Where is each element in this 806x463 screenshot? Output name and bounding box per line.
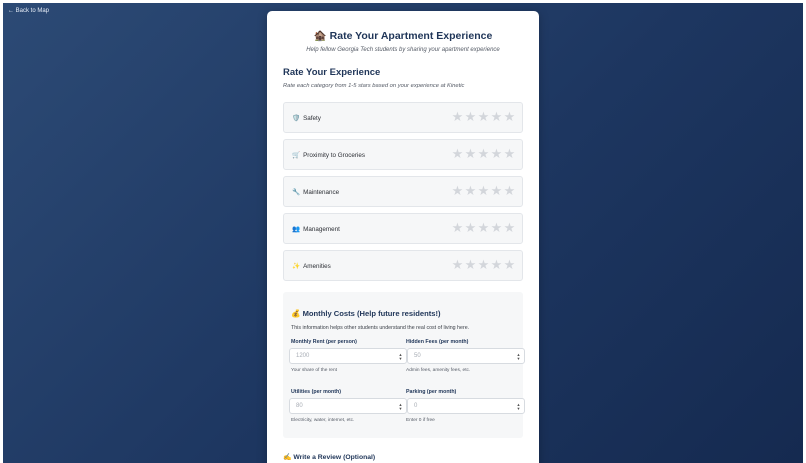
- hidden-fees-help: Admin fees, amenity fees, etc.: [406, 368, 471, 373]
- star-icon[interactable]: ★: [490, 258, 503, 272]
- utilities-placeholder: 80: [296, 403, 303, 409]
- rating-label-safety: Safety: [303, 115, 321, 122]
- star-icon[interactable]: ★: [464, 258, 477, 272]
- parking-spinner-icon[interactable]: ▲ ▼: [516, 401, 521, 412]
- parking-placeholder: 0: [414, 403, 418, 409]
- rent-help: Your share of the rent: [291, 368, 337, 373]
- cart-icon: 🛒: [292, 152, 301, 159]
- star-icon[interactable]: ★: [503, 221, 516, 235]
- utilities-input[interactable]: 80 ▲ ▼: [289, 398, 407, 414]
- rating-row-groceries: 🛒 Proximity to Groceries ★ ★ ★ ★ ★: [283, 139, 523, 170]
- page-subtitle: Help fellow Georgia Tech students by sha…: [306, 47, 500, 53]
- star-icon[interactable]: ★: [490, 110, 503, 124]
- rating-label-management: Management: [303, 226, 340, 233]
- page-title: 🏚️ Rate Your Apartment Experience: [313, 30, 493, 42]
- rent-placeholder: 1200: [296, 353, 310, 359]
- star-icon[interactable]: ★: [490, 184, 503, 198]
- utilities-help: Electricity, water, internet, etc.: [291, 418, 355, 423]
- star-rating-management: ★ ★ ★ ★ ★: [451, 221, 516, 235]
- hidden-fees-label: Hidden Fees (per month): [406, 339, 469, 345]
- wrench-icon: 🔧: [292, 189, 301, 196]
- star-icon[interactable]: ★: [477, 147, 490, 161]
- page-background: ← Back to Map 🏚️ Rate Your Apartment Exp…: [3, 3, 803, 463]
- monthly-costs-title: 💰 Monthly Costs (Help future residents!): [291, 309, 441, 318]
- star-icon[interactable]: ★: [464, 110, 477, 124]
- star-icon[interactable]: ★: [477, 184, 490, 198]
- parking-input[interactable]: 0 ▲ ▼: [407, 398, 525, 414]
- back-to-map-link[interactable]: ← Back to Map: [8, 8, 49, 14]
- star-icon[interactable]: ★: [503, 147, 516, 161]
- rating-row-amenities: ✨ Amenities ★ ★ ★ ★ ★: [283, 250, 523, 281]
- star-icon[interactable]: ★: [490, 147, 503, 161]
- star-rating-maintenance: ★ ★ ★ ★ ★: [451, 184, 516, 198]
- people-icon: 👥: [292, 226, 301, 233]
- rating-row-safety: 🛡️ Safety ★ ★ ★ ★ ★: [283, 102, 523, 133]
- parking-help: Enter 0 if free: [406, 418, 435, 423]
- star-icon[interactable]: ★: [477, 110, 490, 124]
- star-icon[interactable]: ★: [464, 184, 477, 198]
- star-icon[interactable]: ★: [503, 258, 516, 272]
- rating-row-management: 👥 Management ★ ★ ★ ★ ★: [283, 213, 523, 244]
- star-icon[interactable]: ★: [451, 184, 464, 198]
- monthly-costs-section: 💰 Monthly Costs (Help future residents!)…: [283, 292, 525, 438]
- rating-label-amenities: Amenities: [303, 263, 331, 270]
- star-icon[interactable]: ★: [490, 221, 503, 235]
- utilities-spinner-icon[interactable]: ▲ ▼: [398, 401, 403, 412]
- star-icon[interactable]: ★: [451, 258, 464, 272]
- rating-section-subtitle: Rate each category from 1-5 stars based …: [283, 83, 465, 89]
- review-section-title: ✍️ Write a Review (Optional): [283, 454, 376, 461]
- hidden-fees-placeholder: 50: [414, 353, 421, 359]
- hidden-fees-input[interactable]: 50 ▲ ▼: [407, 348, 525, 364]
- star-icon[interactable]: ★: [477, 258, 490, 272]
- rating-label-maintenance: Maintenance: [303, 189, 340, 196]
- rent-spinner-icon[interactable]: ▲ ▼: [398, 351, 403, 362]
- star-icon[interactable]: ★: [503, 110, 516, 124]
- star-icon[interactable]: ★: [464, 147, 477, 161]
- rent-label: Monthly Rent (per person): [291, 339, 357, 345]
- rating-section-title: Rate Your Experience: [283, 67, 381, 78]
- parking-label: Parking (per month): [406, 389, 457, 395]
- star-icon[interactable]: ★: [477, 221, 490, 235]
- rating-form-card: 🏚️ Rate Your Apartment Experience Help f…: [267, 11, 539, 463]
- sparkle-icon: ✨: [292, 263, 301, 270]
- star-rating-amenities: ★ ★ ★ ★ ★: [451, 258, 516, 272]
- star-icon[interactable]: ★: [451, 147, 464, 161]
- star-icon[interactable]: ★: [451, 110, 464, 124]
- star-icon[interactable]: ★: [464, 221, 477, 235]
- star-icon[interactable]: ★: [451, 221, 464, 235]
- monthly-costs-description: This information helps other students un…: [291, 325, 470, 331]
- rent-input[interactable]: 1200 ▲ ▼: [289, 348, 407, 364]
- shield-icon: 🛡️: [292, 115, 301, 122]
- star-icon[interactable]: ★: [503, 184, 516, 198]
- hidden-fees-spinner-icon[interactable]: ▲ ▼: [516, 351, 521, 362]
- star-rating-groceries: ★ ★ ★ ★ ★: [451, 147, 516, 161]
- rating-label-groceries: Proximity to Groceries: [303, 152, 366, 159]
- rating-row-maintenance: 🔧 Maintenance ★ ★ ★ ★ ★: [283, 176, 523, 207]
- star-rating-safety: ★ ★ ★ ★ ★: [451, 110, 516, 124]
- utilities-label: Utilities (per month): [291, 389, 342, 395]
